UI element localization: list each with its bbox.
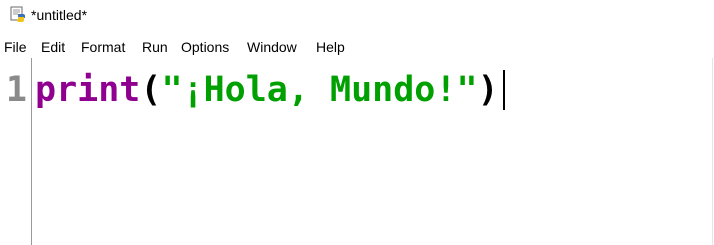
- gutter-divider: [31, 58, 32, 245]
- menu-edit[interactable]: Edit: [41, 38, 65, 56]
- menu-format[interactable]: Format: [81, 38, 125, 56]
- editor-right-edge: [712, 58, 713, 245]
- menu-help[interactable]: Help: [316, 38, 345, 56]
- menu-options[interactable]: Options: [181, 38, 229, 56]
- menu-bar: File Edit Format Run Options Window Help: [0, 36, 714, 58]
- code-text-area[interactable]: print("¡Hola, Mundo!"): [35, 58, 695, 245]
- code-line[interactable]: print("¡Hola, Mundo!"): [35, 70, 505, 110]
- menu-run[interactable]: Run: [142, 38, 168, 56]
- editor-area[interactable]: 1 print("¡Hola, Mundo!"): [0, 58, 714, 245]
- python-idle-icon: [10, 6, 26, 22]
- close-paren-token: ): [477, 70, 499, 110]
- title-bar: *untitled*: [0, 0, 714, 36]
- menu-file[interactable]: File: [4, 38, 27, 56]
- line-number: 1: [5, 70, 27, 110]
- window-title: *untitled*: [31, 7, 88, 23]
- menu-window[interactable]: Window: [247, 38, 297, 56]
- builtin-token: print: [35, 70, 141, 110]
- text-caret: [502, 70, 505, 110]
- string-token: "¡Hola, Mundo!": [161, 70, 478, 110]
- open-paren-token: (: [140, 70, 162, 110]
- line-number-gutter: 1: [0, 58, 31, 245]
